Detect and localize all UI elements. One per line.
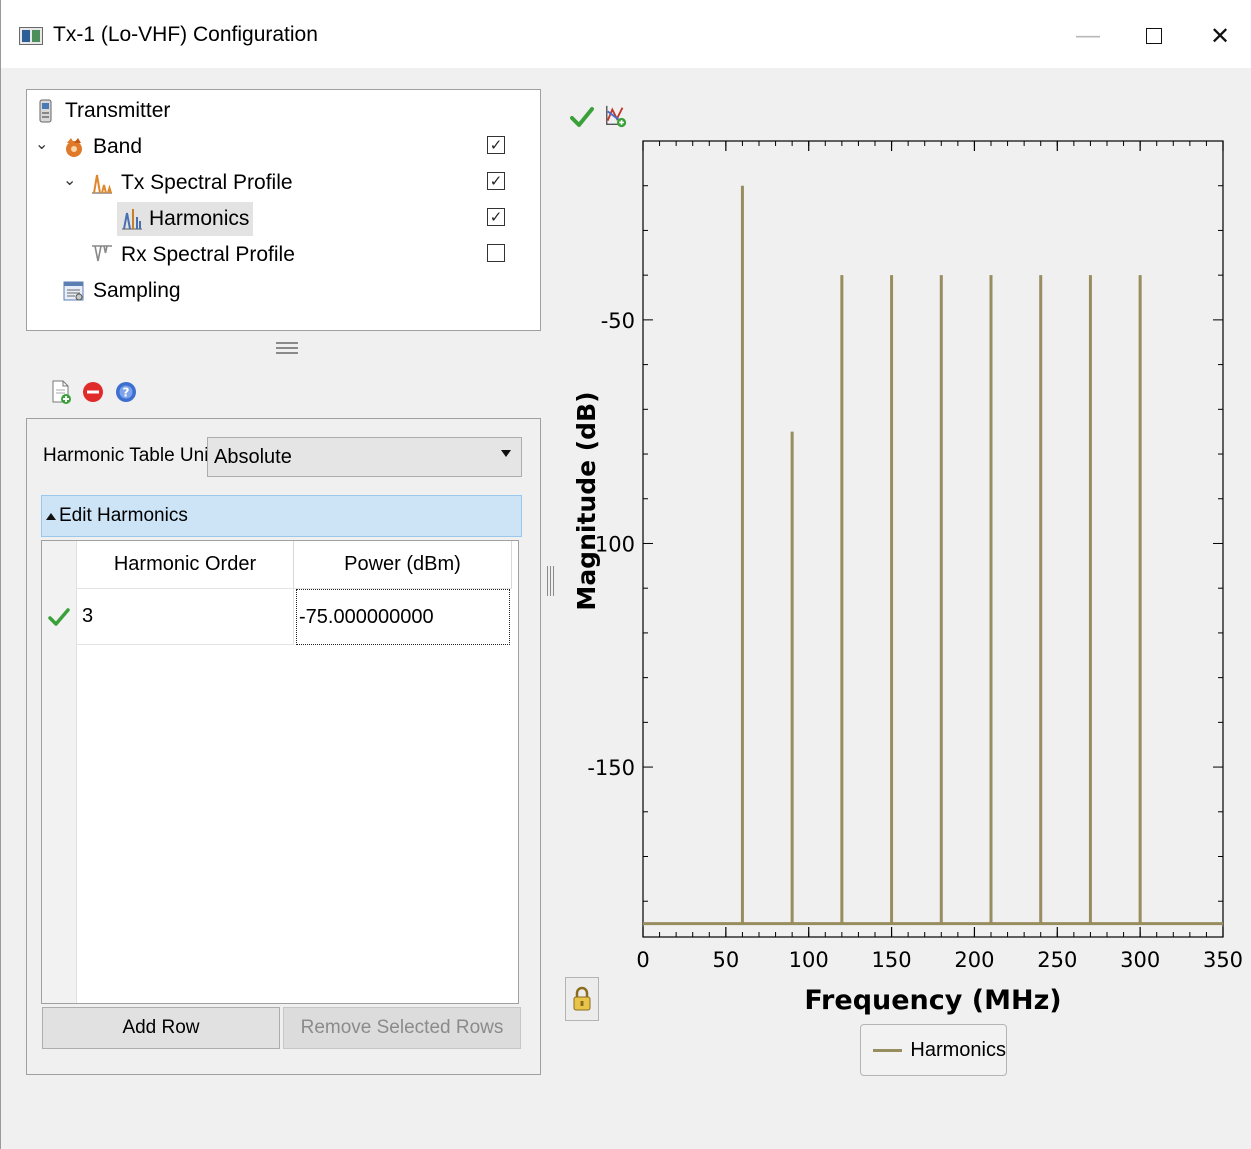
valid-check-icon [48, 608, 70, 626]
tree-item-band[interactable]: Band [63, 131, 142, 163]
check-icon: ✓ [489, 172, 503, 190]
band-icon [66, 138, 82, 157]
plot-frame [642, 140, 1224, 938]
close-button[interactable]: ✕ [1197, 16, 1243, 56]
tree-item-label: Transmitter [65, 99, 171, 122]
tree-item-transmitter[interactable]: Transmitter [35, 95, 170, 127]
harmonics-table[interactable]: Harmonic Order Power (dBm) 3 -75.0000000… [41, 540, 519, 1004]
legend-label: Harmonics [910, 1038, 1006, 1061]
configuration-window: Tx-1 (Lo-VHF) Configuration — ✕ Transmit… [0, 0, 1251, 1149]
check-icon: ✓ [489, 136, 503, 154]
column-header-harmonic-order[interactable]: Harmonic Order [77, 541, 294, 589]
harmonics-chart: 0 50 100 150 200 250 300 350-50-100-150 Frequen… [572, 140, 1243, 1016]
maximize-button[interactable] [1131, 16, 1177, 56]
sampling-icon [63, 281, 84, 301]
cell-power[interactable]: -75.000000000 [296, 589, 510, 645]
add-document-icon [52, 380, 71, 404]
minimize-button[interactable]: — [1065, 16, 1111, 56]
x-tick-label: 250 [1037, 948, 1077, 972]
title-bar[interactable]: Tx-1 (Lo-VHF) Configuration — ✕ [1, 0, 1251, 68]
tree-item-sampling[interactable]: Sampling [63, 275, 181, 307]
tree-item-tx-spectral-profile[interactable]: Tx Spectral Profile [91, 167, 293, 199]
rx-spectral-profile-icon [92, 245, 112, 262]
rx-spectral-profile-checkbox[interactable] [487, 244, 505, 262]
tree-item-label: Tx Spectral Profile [121, 171, 293, 194]
maximize-icon [1146, 28, 1162, 44]
vertical-splitter-handle[interactable] [547, 566, 555, 596]
lock-icon [573, 986, 591, 1011]
y-tick-label: -150 [587, 756, 635, 780]
chart-marks [643, 185, 1223, 926]
x-tick-label: 200 [954, 948, 994, 972]
band-checkbox[interactable]: ✓ [487, 136, 505, 154]
x-tick-label: 100 [789, 948, 829, 972]
x-tick-label: 150 [872, 948, 912, 972]
harmonics-label: Harmonics [149, 207, 250, 230]
x-tick-label: 300 [1120, 948, 1160, 972]
remove-selected-rows-button[interactable]: Remove Selected Rows [283, 1007, 521, 1049]
y-tick-label: -50 [601, 309, 635, 333]
help-button[interactable]: ? [114, 380, 138, 404]
tx-spectral-profile-checkbox[interactable]: ✓ [487, 172, 505, 190]
close-icon: ✕ [1209, 22, 1231, 50]
harmonic-table-units-select[interactable]: Absolute [207, 437, 522, 477]
x-tick-label: 350 [1203, 948, 1243, 972]
axes: 0 50 100 150 200 250 300 350-50-100-150 [587, 140, 1243, 972]
add-row-button[interactable]: Add Row [42, 1007, 280, 1049]
chart-legend[interactable]: Harmonics [860, 1024, 1007, 1076]
row-status [42, 589, 76, 645]
harmonics-checkbox[interactable]: ✓ [487, 208, 505, 226]
check-icon: ✓ [489, 208, 503, 226]
help-icon: ? [116, 382, 136, 402]
tree-item-label: Sampling [93, 279, 181, 302]
collapse-triangle-icon [46, 512, 56, 520]
cell-harmonic-order[interactable]: 3 [77, 589, 294, 645]
config-tree[interactable]: Transmitter ⌄ Band ✓ ⌄ Tx Spectral Profi… [26, 89, 541, 331]
tree-item-label: Band [93, 135, 143, 158]
column-header-power[interactable]: Power (dBm) [294, 541, 512, 589]
harmonics-icon [122, 209, 142, 230]
lock-axes-button[interactable] [565, 977, 599, 1021]
x-tick-label: 50 [712, 948, 739, 972]
chevron-down-icon[interactable]: ⌄ [35, 134, 48, 154]
x-axis-label: Frequency (MHz) [804, 985, 1061, 1016]
edit-harmonics-label: Edit Harmonics [59, 505, 188, 526]
legend-swatch [873, 1048, 903, 1052]
window-title: Tx-1 (Lo-VHF) Configuration [53, 23, 318, 46]
edit-harmonics-section-header[interactable]: Edit Harmonics [41, 495, 522, 537]
svg-text:?: ? [123, 386, 130, 400]
tree-item-rx-spectral-profile[interactable]: Rx Spectral Profile [91, 239, 295, 271]
chevron-down-icon[interactable]: ⌄ [63, 170, 76, 190]
y-axis-label: Magnitude (dB) [572, 391, 601, 610]
x-tick-label: 0 [636, 948, 649, 972]
spectral-profile-icon [92, 174, 112, 194]
minimize-icon: — [1076, 22, 1100, 49]
dropdown-arrow-icon [501, 450, 511, 457]
tree-item-harmonics[interactable]: Harmonics [117, 202, 254, 236]
horizontal-splitter-handle[interactable] [276, 342, 298, 354]
tree-item-label-selected: Harmonics [117, 202, 254, 236]
app-icon [19, 27, 43, 45]
harmonic-table-units-label: Harmonic Table Units [43, 445, 224, 466]
remove-button[interactable] [81, 380, 105, 404]
transmitter-icon [39, 99, 52, 123]
units-value: Absolute [214, 445, 292, 468]
remove-icon [83, 382, 103, 402]
tree-item-label: Rx Spectral Profile [121, 243, 295, 266]
add-document-button[interactable] [49, 380, 73, 404]
